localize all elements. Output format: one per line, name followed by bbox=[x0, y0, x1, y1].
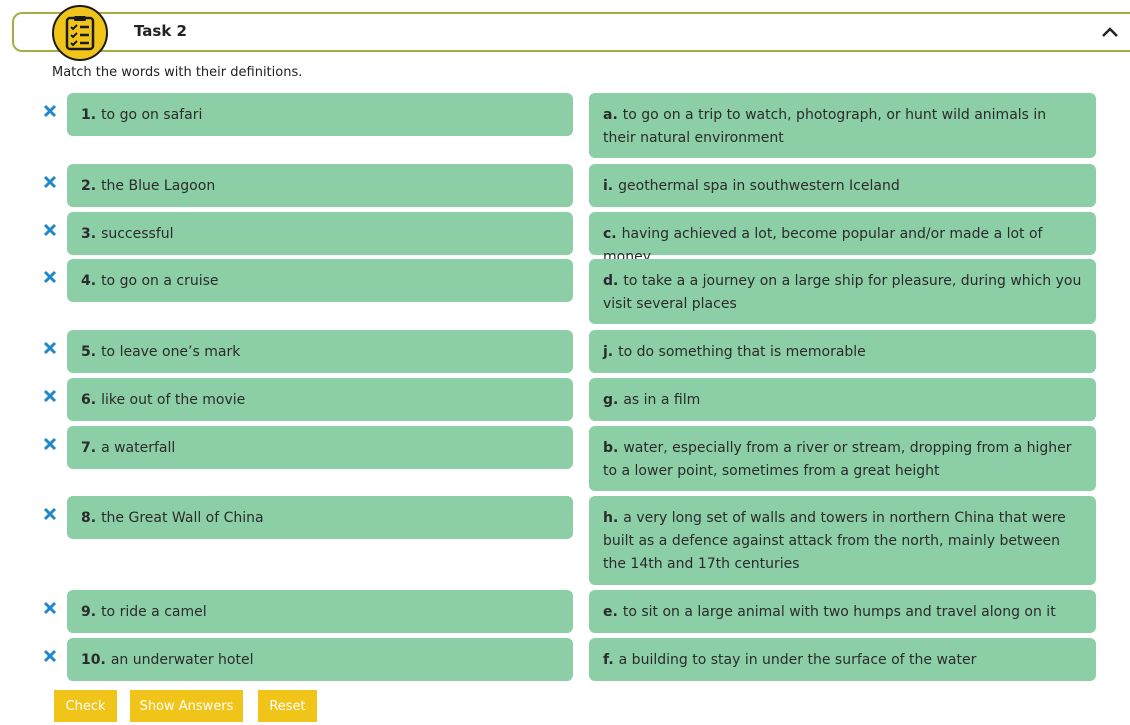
word-card[interactable]: 3. successful bbox=[67, 212, 573, 255]
task-title: Task 2 bbox=[134, 22, 187, 40]
wrong-x-icon bbox=[40, 172, 60, 192]
wrong-x-icon bbox=[40, 101, 60, 121]
wrong-x-icon bbox=[40, 220, 60, 240]
definition-card[interactable]: g. as in a film bbox=[589, 378, 1096, 421]
word-card[interactable]: 10. an underwater hotel bbox=[67, 638, 573, 681]
instructions: Match the words with their definitions. bbox=[52, 65, 303, 80]
reset-button[interactable]: Reset bbox=[258, 690, 317, 722]
word-card[interactable]: 4. to go on a cruise bbox=[67, 259, 573, 302]
definition-card[interactable]: f. a building to stay in under the surfac… bbox=[589, 638, 1096, 681]
word-card[interactable]: 2. the Blue Lagoon bbox=[67, 164, 573, 207]
word-card[interactable]: 9. to ride a camel bbox=[67, 590, 573, 633]
wrong-x-icon bbox=[40, 504, 60, 524]
wrong-x-icon bbox=[40, 646, 60, 666]
wrong-x-icon bbox=[40, 338, 60, 358]
word-card[interactable]: 1. to go on safari bbox=[67, 93, 573, 136]
wrong-x-icon bbox=[40, 598, 60, 618]
show-answers-button[interactable]: Show Answers bbox=[130, 690, 243, 722]
word-card[interactable]: 8. the Great Wall of China bbox=[67, 496, 573, 539]
word-card[interactable]: 6. like out of the movie bbox=[67, 378, 573, 421]
definition-card[interactable]: b. water, especially from a river or stre… bbox=[589, 426, 1096, 491]
word-card[interactable]: 5. to leave one’s mark bbox=[67, 330, 573, 373]
checklist-icon bbox=[52, 5, 108, 61]
definition-card[interactable]: a. to go on a trip to watch, photograph, … bbox=[589, 93, 1096, 158]
definition-card[interactable]: h. a very long set of walls and towers in… bbox=[589, 496, 1096, 585]
definition-card[interactable]: j. to do something that is memorable bbox=[589, 330, 1096, 373]
definition-card[interactable]: e. to sit on a large animal with two hump… bbox=[589, 590, 1096, 633]
word-card[interactable]: 7. a waterfall bbox=[67, 426, 573, 469]
check-button[interactable]: Check bbox=[54, 690, 117, 722]
definition-card[interactable]: d. to take a a journey on a large ship fo… bbox=[589, 259, 1096, 324]
chevron-up-icon[interactable] bbox=[1098, 20, 1122, 44]
wrong-x-icon bbox=[40, 386, 60, 406]
wrong-x-icon bbox=[40, 267, 60, 287]
wrong-x-icon bbox=[40, 434, 60, 454]
definition-card[interactable]: i. geothermal spa in southwestern Iceland bbox=[589, 164, 1096, 207]
definition-card[interactable]: c. having achieved a lot, become popular … bbox=[589, 212, 1096, 265]
